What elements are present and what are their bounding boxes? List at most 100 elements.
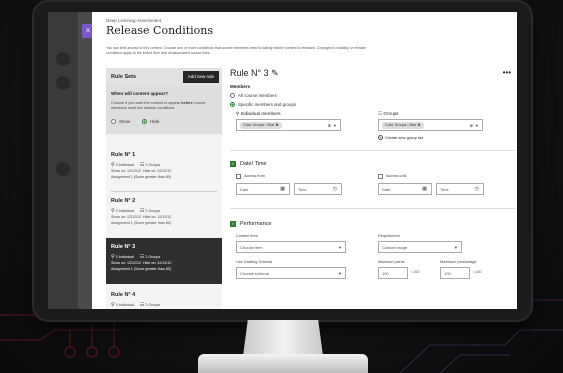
visibility-description: Choose if you want the content to appear… bbox=[111, 101, 219, 111]
rule-item-1[interactable]: Rule N° 1 ⚲ 3 Individual ☷ 2 Groups Show … bbox=[106, 146, 222, 192]
requirement-label: Requirement bbox=[378, 234, 400, 238]
clear-and-dropdown-icon[interactable]: ⊗ ▾ bbox=[469, 120, 478, 131]
specific-members-radio[interactable]: Specific members and groups bbox=[230, 102, 296, 107]
clock-icon[interactable]: ◷ bbox=[333, 184, 337, 195]
page-description: You can limit access to this content. Ch… bbox=[106, 46, 366, 55]
group-icon: ☷ bbox=[139, 302, 145, 308]
rule-item-3-selected[interactable]: Rule N° 3 ⚲ 3 Individual ☷ 2 Groups Show … bbox=[106, 238, 222, 284]
date-time-checkbox[interactable]: ✓ bbox=[230, 161, 236, 167]
nav-avatar-dot bbox=[56, 162, 70, 176]
rule-name: Rule N° 4 bbox=[111, 292, 136, 298]
group-count: ☷ 2 Groups bbox=[140, 302, 160, 308]
all-members-radio[interactable]: All course members bbox=[230, 93, 277, 98]
time-placeholder: Time bbox=[298, 187, 307, 192]
specific-members-label: Specific members and groups bbox=[238, 102, 297, 107]
chip-remove-icon[interactable]: ✖ bbox=[418, 123, 421, 127]
edit-pencil-icon[interactable]: ✎ bbox=[271, 68, 279, 78]
rule-counts: ⚲ 3 Individual ☷ 2 Groups bbox=[111, 302, 160, 308]
access-from-time-input[interactable]: Time ◷ bbox=[294, 183, 342, 195]
person-icon: ⚲ bbox=[111, 302, 115, 308]
chevron-down-icon[interactable]: ▾ bbox=[455, 242, 457, 253]
add-new-rule-button[interactable]: Add new rule bbox=[182, 71, 219, 83]
group-chip-text: Color Groups : Blue bbox=[385, 123, 417, 127]
rule-detail: Rule N° 3 ✎ ••• Members All course membe… bbox=[230, 68, 517, 309]
individual-members-select[interactable]: Color Groups : Blue ✖ ⊗ ▾ bbox=[236, 119, 341, 131]
radio-unchecked-icon bbox=[230, 93, 235, 98]
group-icon: ☷ bbox=[378, 111, 383, 116]
performance-checkbox[interactable]: ✓ bbox=[230, 221, 236, 227]
access-from-date-input[interactable]: Date ▦ bbox=[236, 183, 290, 195]
maximum-percentage-label: Maximum percentage bbox=[440, 260, 477, 264]
minimum-points-input[interactable]: 100 bbox=[378, 267, 408, 279]
chevron-down-icon[interactable]: ▾ bbox=[339, 242, 341, 253]
all-members-label: All course members bbox=[238, 93, 277, 98]
radio-unchecked-icon bbox=[111, 119, 116, 124]
requirement-value: Custom range bbox=[382, 245, 408, 250]
rule-assignment: Assignment 1 (Score greater than 80) bbox=[111, 175, 171, 179]
content-item-select[interactable]: Choose item ▾ bbox=[236, 241, 346, 253]
show-radio[interactable]: Show bbox=[111, 119, 130, 124]
groups-select[interactable]: Color Groups : Blue ✖ ⊗ ▾ bbox=[378, 119, 483, 131]
rule-counts: ⚲ 3 Individual ☷ 2 Groups bbox=[111, 208, 160, 214]
rule-counts: ⚲ 3 Individual ☷ 2 Groups bbox=[111, 162, 160, 168]
clear-and-dropdown-icon[interactable]: ⊗ ▾ bbox=[327, 120, 336, 131]
group-count-text: 2 Groups bbox=[145, 209, 161, 213]
monitor-stand-base bbox=[198, 354, 368, 373]
content-item-value: Choose item bbox=[240, 245, 263, 250]
create-group-set-link[interactable]: + Create new group set bbox=[378, 135, 423, 140]
show-radio-label: Show bbox=[119, 119, 131, 124]
clock-icon[interactable]: ◷ bbox=[475, 184, 479, 195]
rule-item-2[interactable]: Rule N° 2 ⚲ 3 Individual ☷ 2 Groups Show … bbox=[106, 192, 222, 238]
maximum-percentage-input[interactable]: 100 bbox=[440, 267, 470, 279]
group-count: ☷ 2 Groups bbox=[140, 208, 160, 214]
access-until-date-input[interactable]: Date ▦ bbox=[378, 183, 432, 195]
member-chip: Color Groups : Blue ✖ bbox=[240, 122, 282, 129]
access-until-time-input[interactable]: Time ◷ bbox=[436, 183, 484, 195]
monitor-frame: × Deep Learning Assessment Release Condi… bbox=[34, 2, 531, 320]
member-chip-text: Color Groups : Blue bbox=[243, 123, 275, 127]
radio-checked-icon bbox=[142, 119, 147, 124]
access-until-label: Access until bbox=[386, 174, 407, 178]
individual-count-text: 3 Individual bbox=[115, 303, 134, 307]
access-until-checkbox[interactable] bbox=[378, 174, 383, 179]
date-placeholder: Date bbox=[240, 187, 249, 192]
rule-assignment: Assignment 1 (Score greater than 80) bbox=[111, 221, 171, 225]
nav-avatar-dot bbox=[56, 52, 70, 66]
rule-detail-title-text: Rule N° 3 bbox=[230, 68, 269, 78]
group-icon: ☷ bbox=[139, 208, 145, 214]
individual-count: ⚲ 3 Individual bbox=[111, 162, 134, 168]
members-label: Members bbox=[230, 84, 251, 89]
rule-counts: ⚲ 3 Individual ☷ 2 Groups bbox=[111, 254, 160, 260]
content-item-label: Content Item bbox=[236, 234, 258, 238]
background-left-nav bbox=[48, 12, 78, 309]
chevron-down-icon[interactable]: ▾ bbox=[339, 268, 341, 279]
chip-remove-icon[interactable]: ✖ bbox=[276, 123, 279, 127]
rule-item-4[interactable]: Rule N° 4 ⚲ 3 Individual ☷ 2 Groups bbox=[106, 286, 222, 309]
individual-count: ⚲ 3 Individual bbox=[111, 208, 134, 214]
create-group-set-label: Create new group set bbox=[385, 135, 424, 140]
calendar-icon[interactable]: ▦ bbox=[280, 184, 285, 195]
monitor-stand-neck bbox=[243, 320, 323, 356]
person-icon: ⚲ bbox=[111, 162, 115, 168]
calendar-icon[interactable]: ▦ bbox=[422, 184, 427, 195]
hide-radio[interactable]: Hide bbox=[142, 119, 159, 124]
rule-show-on: Show on: 12/12/12 bbox=[111, 169, 141, 173]
more-options-icon[interactable]: ••• bbox=[503, 68, 511, 77]
rule-dates: Show on: 12/12/12 Hide on: 12/12/12 bbox=[111, 215, 171, 219]
panel-subtitle: Deep Learning Assessment bbox=[106, 18, 162, 23]
time-placeholder: Time bbox=[440, 187, 449, 192]
section-divider bbox=[230, 150, 515, 151]
groups-label-text: Groups bbox=[383, 111, 399, 116]
individual-members-label: ⚲ Individual members bbox=[236, 111, 281, 117]
group-count-text: 2 Groups bbox=[145, 255, 161, 259]
grading-schema-select[interactable]: Choose schema ▾ bbox=[236, 267, 346, 279]
access-from-checkbox[interactable] bbox=[236, 174, 241, 179]
nav-avatar-dot bbox=[56, 76, 70, 90]
monitor-screen: × Deep Learning Assessment Release Condi… bbox=[48, 12, 517, 309]
rule-hide-on: Hide on: 12/12/12 bbox=[142, 261, 172, 265]
requirement-select[interactable]: Custom range ▾ bbox=[378, 241, 462, 253]
visibility-desc-bold: before bbox=[181, 101, 193, 105]
individual-count-text: 3 Individual bbox=[115, 255, 134, 259]
individual-count: ⚲ 3 Individual bbox=[111, 254, 134, 260]
plus-icon: + bbox=[378, 135, 383, 140]
